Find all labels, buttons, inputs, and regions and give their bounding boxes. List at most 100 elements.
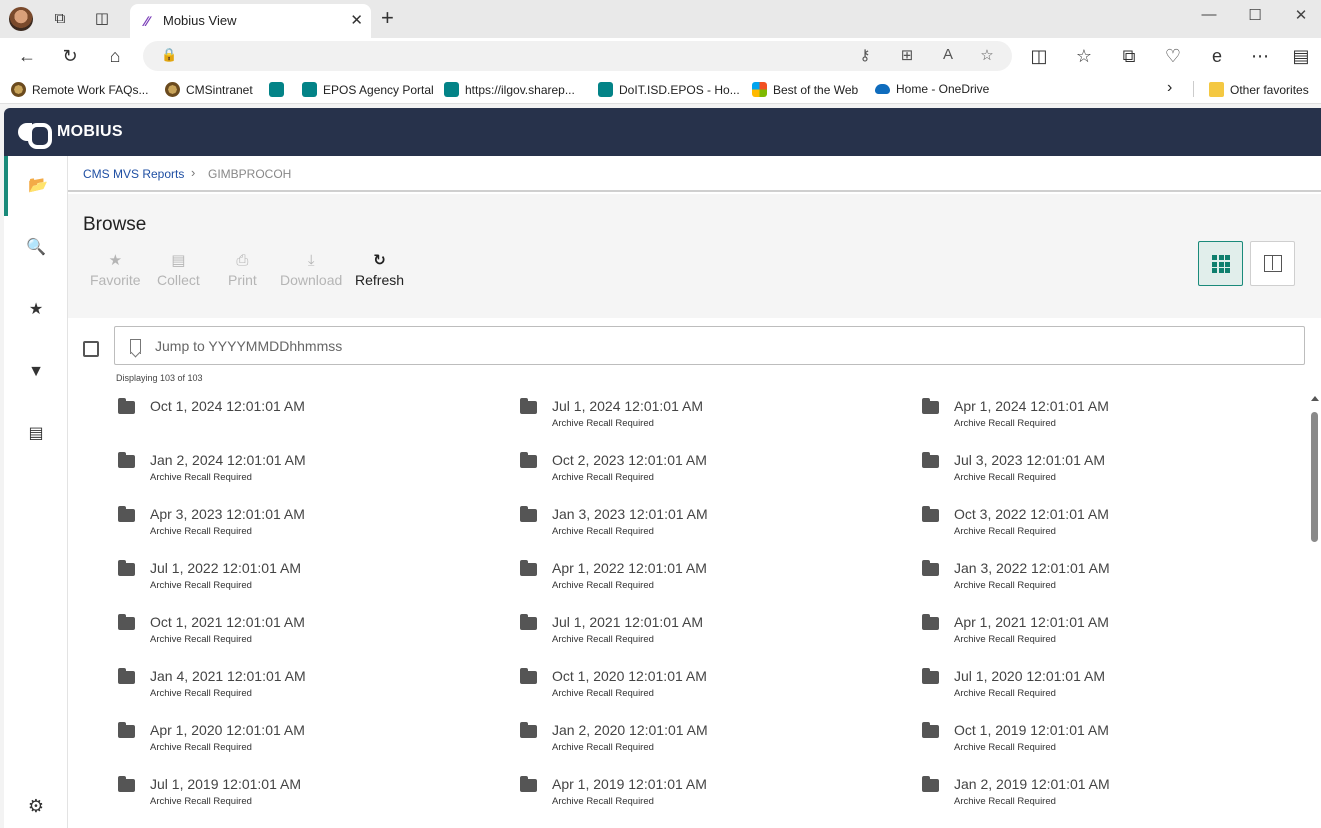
list-item[interactable]: Oct 2, 2023 12:01:01 AM Archive Recall Re… <box>520 452 900 492</box>
side-navigation: 📂 🔍 ★ ▼ ▤ ⚙ <box>4 156 68 828</box>
list-item[interactable]: Oct 1, 2019 12:01:01 AM Archive Recall Re… <box>922 722 1302 762</box>
nav-reports-icon[interactable]: ▤ <box>4 404 68 464</box>
breadcrumb-root-link[interactable]: CMS MVS Reports <box>83 167 184 181</box>
new-tab-icon[interactable]: + <box>381 6 394 30</box>
nav-filter-icon[interactable]: ▼ <box>4 342 68 402</box>
reload-icon[interactable]: ↻ <box>58 44 82 68</box>
list-item[interactable]: Jan 3, 2022 12:01:01 AM Archive Recall Re… <box>922 560 1302 600</box>
address-bar[interactable]: 🔒 ⚷ ⊞ A ☆ <box>143 41 1012 71</box>
item-date: Jul 1, 2021 12:01:01 AM <box>552 614 703 630</box>
item-status: Archive Recall Required <box>150 688 252 699</box>
jump-to-field[interactable] <box>114 326 1305 365</box>
list-scrollbar[interactable] <box>1308 394 1321 828</box>
list-item[interactable]: Jan 3, 2023 12:01:01 AM Archive Recall Re… <box>520 506 900 546</box>
sharepoint-icon <box>444 82 459 97</box>
list-item[interactable]: Jul 1, 2021 12:01:01 AM Archive Recall Re… <box>520 614 900 654</box>
collections-icon[interactable]: ⧉ <box>1117 44 1141 68</box>
close-tab-icon[interactable]: ✕ <box>350 11 363 29</box>
scroll-up-arrow-icon[interactable] <box>1311 396 1319 401</box>
list-item[interactable]: Oct 1, 2020 12:01:01 AM Archive Recall Re… <box>520 668 900 708</box>
home-icon[interactable]: ⌂ <box>103 44 127 68</box>
mobius-favicon-icon: ∕∕ <box>144 13 150 29</box>
collect-button[interactable]: ▤ Collect <box>157 250 200 288</box>
refresh-button[interactable]: ↻ Refresh <box>355 250 404 288</box>
password-key-icon[interactable]: ⚷ <box>855 46 875 64</box>
jump-to-input[interactable] <box>155 335 1275 357</box>
lock-icon[interactable]: 🔒 <box>161 47 177 63</box>
list-item[interactable]: Jan 2, 2019 12:01:01 AM Archive Recall Re… <box>922 776 1302 816</box>
profile-avatar[interactable] <box>9 7 33 31</box>
list-item[interactable]: Apr 1, 2019 12:01:01 AM Archive Recall Re… <box>520 776 900 816</box>
item-status: Archive Recall Required <box>954 526 1056 537</box>
add-favorite-star-icon[interactable]: ☆ <box>977 46 997 64</box>
sidebar-toggle-icon[interactable]: ▤ <box>1289 44 1313 68</box>
item-status: Archive Recall Required <box>552 526 654 537</box>
more-options-icon[interactable]: ⋯ <box>1248 44 1272 68</box>
item-date: Apr 1, 2020 12:01:01 AM <box>150 722 305 738</box>
tab-actions-icon[interactable]: ◫ <box>92 9 112 29</box>
other-favorites-folder[interactable]: Other favorites <box>1209 82 1309 97</box>
tab-mobius-view[interactable]: ∕∕ Mobius View ✕ <box>130 4 371 38</box>
split-screen-icon[interactable]: ◫ <box>1027 44 1051 68</box>
apps-icon[interactable]: ⊞ <box>897 46 917 64</box>
nav-search-document-icon[interactable]: 🔍 <box>4 218 68 278</box>
favorite-doit-isd-epos[interactable]: DoIT.ISD.EPOS - Ho... <box>598 82 740 97</box>
browser-essentials-icon[interactable]: ♡ <box>1161 44 1185 68</box>
item-date: Apr 1, 2024 12:01:01 AM <box>954 398 1109 414</box>
list-item[interactable]: Jan 2, 2020 12:01:01 AM Archive Recall Re… <box>520 722 900 762</box>
favorites-icon[interactable]: ☆ <box>1072 44 1096 68</box>
folder-icon <box>118 614 135 630</box>
list-item[interactable]: Jul 3, 2023 12:01:01 AM Archive Recall Re… <box>922 452 1302 492</box>
nav-browse-folder-icon[interactable]: 📂 <box>4 156 68 216</box>
favorite-sharepoint[interactable] <box>269 82 290 97</box>
workspaces-icon[interactable]: ⧉ <box>50 9 70 29</box>
microsoft-icon <box>752 82 767 97</box>
list-item[interactable]: Jan 2, 2024 12:01:01 AM Archive Recall Re… <box>118 452 498 492</box>
list-item[interactable]: Oct 1, 2024 12:01:01 AM <box>118 398 498 438</box>
seal-icon <box>165 82 180 97</box>
nav-settings-gear-icon[interactable]: ⚙ <box>4 784 68 828</box>
read-aloud-icon[interactable]: A <box>938 46 958 63</box>
print-button[interactable]: ⎙ Print <box>228 250 257 288</box>
favorite-remote-work[interactable]: Remote Work FAQs... <box>11 82 148 97</box>
nav-favorites-star-icon[interactable]: ★ <box>4 280 68 340</box>
scrollbar-thumb[interactable] <box>1311 412 1318 542</box>
favorite-onedrive[interactable]: Home - OneDrive <box>875 82 989 96</box>
grid-view-button[interactable] <box>1198 241 1243 286</box>
close-window-icon[interactable]: ✕ <box>1291 6 1311 24</box>
list-item[interactable]: Apr 1, 2021 12:01:01 AM Archive Recall Re… <box>922 614 1302 654</box>
list-item[interactable]: Jan 4, 2021 12:01:01 AM Archive Recall Re… <box>118 668 498 708</box>
item-status: Archive Recall Required <box>552 796 654 807</box>
grid-icon <box>1212 255 1230 273</box>
list-item[interactable]: Apr 1, 2024 12:01:01 AM Archive Recall Re… <box>922 398 1302 438</box>
list-item[interactable]: Jul 1, 2019 12:01:01 AM Archive Recall Re… <box>118 776 498 816</box>
item-status: Archive Recall Required <box>954 418 1056 429</box>
favorite-cmsintranet[interactable]: CMSintranet <box>165 82 253 97</box>
favorites-overflow-chevron-icon[interactable]: › <box>1167 79 1172 97</box>
back-icon[interactable]: ← <box>15 44 39 68</box>
item-status: Archive Recall Required <box>150 472 252 483</box>
list-item[interactable]: Apr 1, 2022 12:01:01 AM Archive Recall Re… <box>520 560 900 600</box>
list-item[interactable]: Jul 1, 2022 12:01:01 AM Archive Recall Re… <box>118 560 498 600</box>
split-view-button[interactable] <box>1250 241 1295 286</box>
list-item[interactable]: Oct 1, 2021 12:01:01 AM Archive Recall Re… <box>118 614 498 654</box>
list-item[interactable]: Oct 3, 2022 12:01:01 AM Archive Recall Re… <box>922 506 1302 546</box>
list-item[interactable]: Apr 1, 2020 12:01:01 AM Archive Recall Re… <box>118 722 498 762</box>
favorite-ilgov-sharepoint[interactable]: https://ilgov.sharep... <box>444 82 575 97</box>
list-item[interactable]: Apr 3, 2023 12:01:01 AM Archive Recall Re… <box>118 506 498 546</box>
browser-nav-bar: ← ↻ ⌂ 🔒 ⚷ ⊞ A ☆ ◫ ☆ ⧉ ♡ e ⋯ ▤ <box>0 38 1321 74</box>
maximize-icon[interactable]: ☐ <box>1245 6 1265 24</box>
favorite-epos-portal[interactable]: EPOS Agency Portal <box>302 82 434 97</box>
item-date: Jul 3, 2023 12:01:01 AM <box>954 452 1105 468</box>
folder-icon <box>520 452 537 468</box>
download-icon: ⤓ <box>307 252 315 269</box>
favorite-button[interactable]: ★ Favorite <box>90 250 141 288</box>
download-button[interactable]: ⤓ Download <box>280 250 342 288</box>
list-item[interactable]: Jul 1, 2024 12:01:01 AM Archive Recall Re… <box>520 398 900 438</box>
edge-icon[interactable]: e <box>1205 44 1229 68</box>
list-item[interactable]: Jul 1, 2020 12:01:01 AM Archive Recall Re… <box>922 668 1302 708</box>
minimize-icon[interactable]: — <box>1199 6 1219 23</box>
favorite-best-of-web[interactable]: Best of the Web <box>752 82 858 97</box>
folder-icon <box>520 776 537 792</box>
select-all-checkbox[interactable] <box>83 341 99 357</box>
